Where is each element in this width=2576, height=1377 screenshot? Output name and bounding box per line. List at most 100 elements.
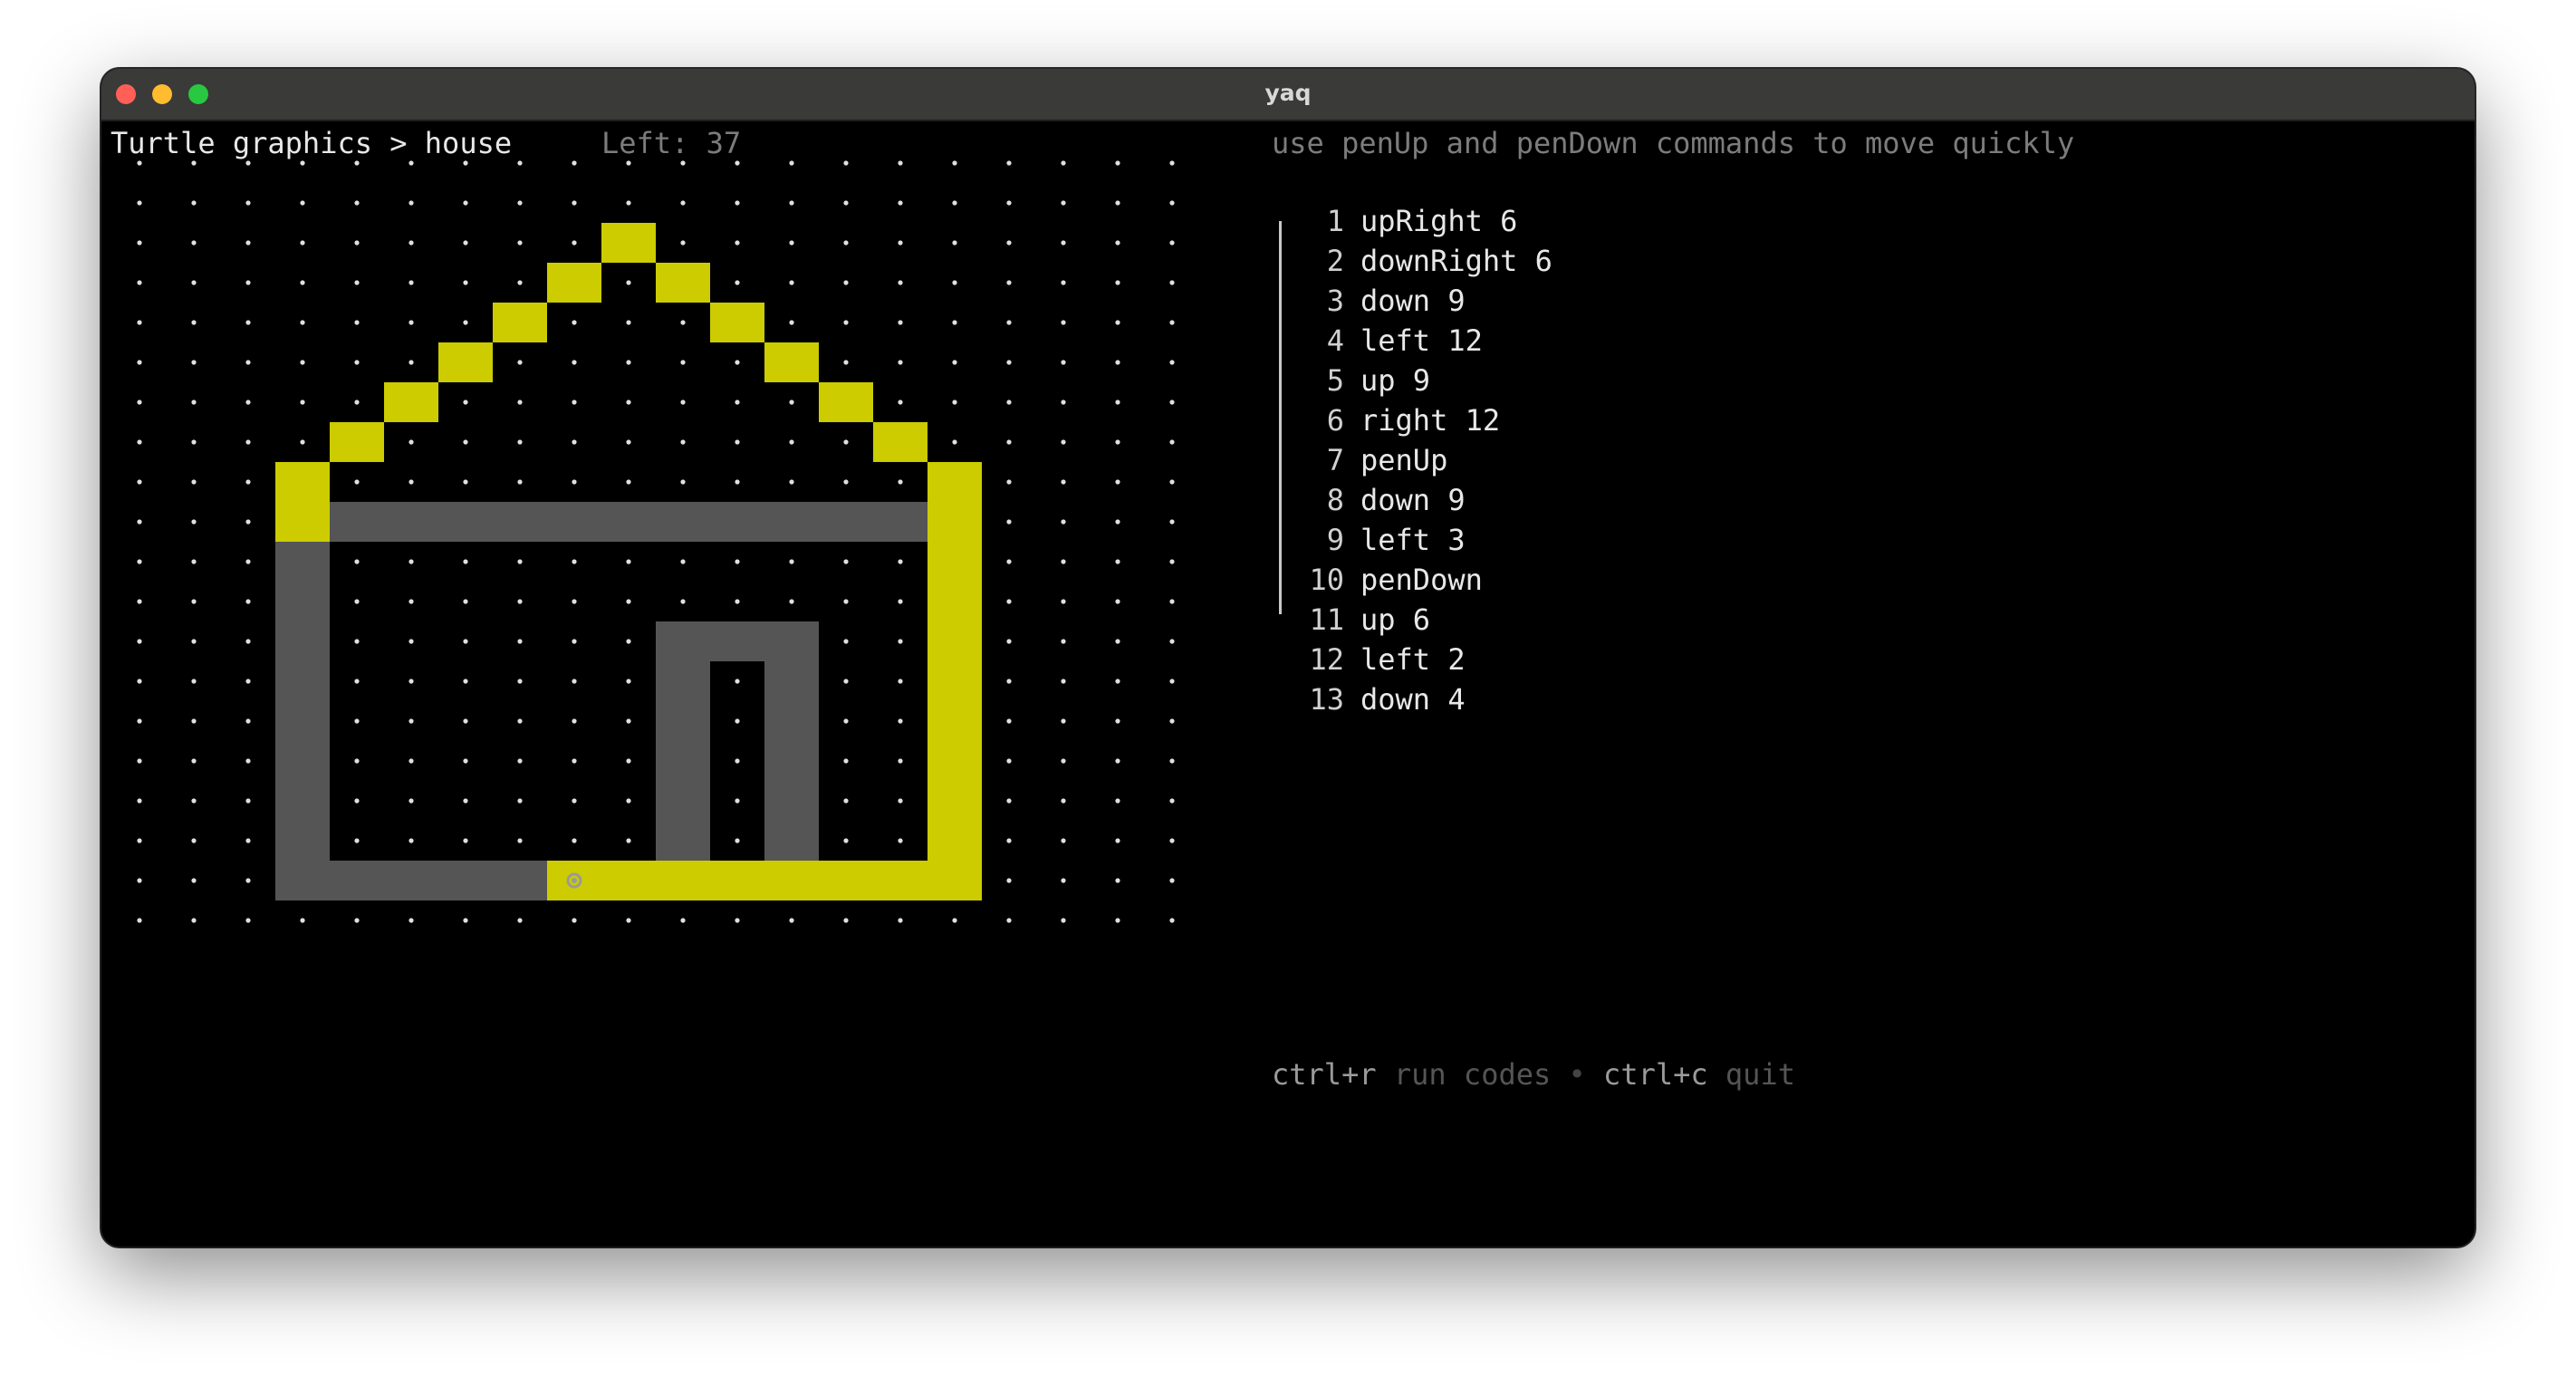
grid-dot (735, 439, 740, 445)
code-command: left 12 (1360, 323, 1483, 358)
grid-dot (1115, 360, 1120, 365)
code-line[interactable]: 4 left 12 (1297, 321, 1552, 361)
grid-dot (245, 878, 251, 883)
grid-dot (1115, 679, 1120, 684)
grid-dot (1006, 718, 1012, 724)
code-editor[interactable]: 1 upRight 6 2 downRight 6 3 down 9 4 left 12 5 up… (1297, 201, 1552, 719)
code-line[interactable]: 1 upRight 6 (1297, 201, 1552, 241)
grid-dot (517, 599, 523, 604)
grid-dot (1115, 798, 1120, 804)
grid-dot (1006, 160, 1012, 166)
grid-dot (409, 599, 414, 604)
grid-dot (517, 918, 523, 923)
drawn-cell (873, 502, 928, 542)
code-command: left 2 (1360, 642, 1466, 677)
code-line[interactable]: 9 left 3 (1297, 520, 1552, 560)
grid-dot (300, 240, 305, 246)
drawn-cell (710, 502, 764, 542)
grid-dot (191, 599, 197, 604)
code-line[interactable]: 3 down 9 (1297, 281, 1552, 321)
grid-dot (191, 280, 197, 285)
grid-dot (680, 439, 686, 445)
grid-dot (572, 918, 577, 923)
grid-dot (735, 559, 740, 564)
target-cell (547, 263, 601, 303)
target-cell (656, 861, 710, 900)
code-line[interactable]: 2 downRight 6 (1297, 241, 1552, 281)
grid-dot (463, 918, 468, 923)
quit-shortcut-key: ctrl+c (1603, 1057, 1708, 1092)
grid-dot (354, 400, 360, 405)
grid-dot (680, 559, 686, 564)
grid-dot (463, 679, 468, 684)
grid-dot (789, 439, 794, 445)
line-number: 11 (1309, 602, 1344, 637)
grid-dot (572, 758, 577, 764)
target-cell (819, 861, 873, 900)
target-cell (928, 542, 982, 582)
code-line[interactable]: 11 up 6 (1297, 600, 1552, 640)
line-number: 2 (1326, 244, 1344, 278)
drawn-cell (330, 861, 384, 900)
grid-dot (1115, 160, 1120, 166)
code-line[interactable]: 8 down 9 (1297, 480, 1552, 520)
code-command: penUp (1360, 443, 1448, 477)
grid-dot (898, 758, 903, 764)
grid-dot (137, 400, 142, 405)
code-line[interactable]: 7 penUp (1297, 440, 1552, 480)
code-line[interactable]: 13 down 4 (1297, 679, 1552, 719)
grid-dot (952, 240, 957, 246)
grid-dot (626, 439, 631, 445)
grid-dot (572, 838, 577, 843)
grid-dot (898, 360, 903, 365)
drawn-cell (275, 542, 330, 582)
grid-dot (843, 320, 849, 325)
target-cell (928, 741, 982, 781)
grid-dot (245, 280, 251, 285)
grid-dot (1115, 519, 1120, 525)
grid-dot (735, 758, 740, 764)
grid-dot (1061, 718, 1066, 724)
grid-dot (191, 798, 197, 804)
code-line[interactable]: 6 right 12 (1297, 400, 1552, 440)
grid-dot (1169, 200, 1175, 206)
grid-dot (354, 599, 360, 604)
code-line[interactable]: 5 up 9 (1297, 361, 1552, 400)
grid-dot (517, 798, 523, 804)
code-command: down 4 (1360, 682, 1466, 717)
grid-dot (898, 798, 903, 804)
grid-dot (354, 718, 360, 724)
grid-dot (191, 360, 197, 365)
drawn-cell (330, 502, 384, 542)
drawn-cell (656, 741, 710, 781)
grid-dot (952, 280, 957, 285)
grid-dot (137, 439, 142, 445)
grid-dot (1169, 439, 1175, 445)
grid-dot (1115, 400, 1120, 405)
grid-dot (1169, 679, 1175, 684)
drawn-cell (764, 821, 819, 861)
grid-dot (843, 639, 849, 644)
grid-dot (898, 838, 903, 843)
grid-dot (1006, 838, 1012, 843)
grid-dot (354, 639, 360, 644)
grid-dot (572, 240, 577, 246)
target-cell (928, 462, 982, 502)
grid-dot (843, 838, 849, 843)
drawn-cell (656, 821, 710, 861)
target-cell (601, 223, 656, 263)
drawn-cell (656, 781, 710, 821)
code-line[interactable]: 12 left 2 (1297, 640, 1552, 679)
grid-dot (1061, 360, 1066, 365)
grid-dot (409, 280, 414, 285)
grid-dot (898, 320, 903, 325)
grid-dot (626, 838, 631, 843)
code-line[interactable]: 10 penDown (1297, 560, 1552, 600)
code-command: downRight 6 (1360, 244, 1552, 278)
grid-dot (191, 838, 197, 843)
grid-dot (735, 360, 740, 365)
grid-dot (843, 280, 849, 285)
drawn-cell (384, 861, 438, 900)
grid-dot (898, 280, 903, 285)
grid-dot (191, 639, 197, 644)
